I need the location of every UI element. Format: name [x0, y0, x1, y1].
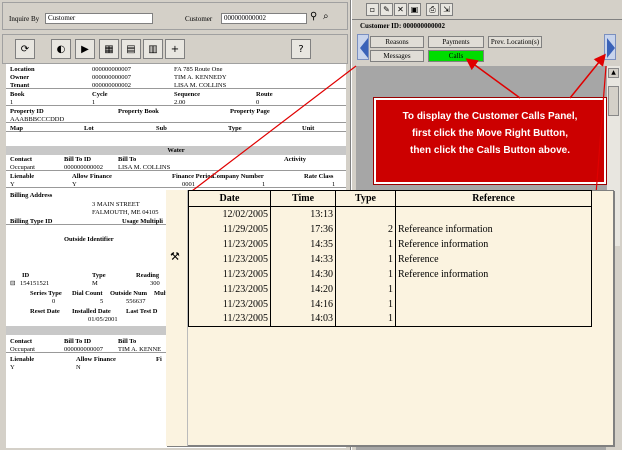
call-type: 1: [335, 296, 396, 312]
call-reference: [395, 206, 592, 222]
call-reference: Reference information: [395, 236, 592, 252]
zoom-line-right: [595, 65, 607, 195]
call-type: 1: [335, 266, 396, 282]
table-row[interactable]: 11/23/2005 14:33 1 Reference: [188, 251, 592, 267]
hammer-icon[interactable]: ⚒: [170, 250, 180, 263]
call-time: 14:16: [270, 296, 336, 312]
call-reference: Reference information: [395, 266, 592, 282]
time-header[interactable]: Time: [270, 190, 336, 207]
zoom-line-left: [187, 65, 357, 195]
table-row[interactable]: 11/23/2005 14:30 1 Reference information: [188, 266, 592, 282]
table-row[interactable]: 11/23/2005 14:35 1 Reference information: [188, 236, 592, 252]
arrow-to-move-right: [569, 53, 606, 99]
call-reference: [395, 281, 592, 297]
call-type: 2: [335, 221, 396, 237]
reference-header[interactable]: Reference: [395, 190, 592, 207]
call-reference: [395, 311, 592, 327]
call-time: 14:20: [270, 281, 336, 297]
calls-table: Date Time Type Reference 12/02/2005 13:13…: [188, 190, 592, 327]
call-date: 11/23/2005: [188, 296, 271, 312]
call-type: [335, 206, 396, 222]
table-row[interactable]: 11/23/2005 14:20 1: [188, 281, 592, 297]
call-reference: [395, 296, 592, 312]
call-date: 11/23/2005: [188, 311, 271, 327]
call-time: 14:35: [270, 236, 336, 252]
call-time: 17:36: [270, 221, 336, 237]
call-date: 11/23/2005: [188, 266, 271, 282]
call-type: 1: [335, 311, 396, 327]
call-date: 11/23/2005: [188, 236, 271, 252]
table-row[interactable]: 11/23/2005 14:03 1: [188, 311, 592, 327]
call-date: 11/23/2005: [188, 281, 271, 297]
call-type: 1: [335, 251, 396, 267]
type-header[interactable]: Type: [335, 190, 396, 207]
call-reference: Reference: [395, 251, 592, 267]
call-time: 14:03: [270, 311, 336, 327]
calls-row-selector: ⚒: [166, 190, 188, 446]
arrow-to-calls: [465, 58, 521, 99]
call-type: 1: [335, 281, 396, 297]
call-date: 11/29/2005: [188, 221, 271, 237]
call-date: 11/23/2005: [188, 251, 271, 267]
call-type: 1: [335, 236, 396, 252]
call-reference[interactable]: Refereance information: [395, 221, 592, 237]
call-time: 13:13: [270, 206, 336, 222]
table-row[interactable]: 11/29/2005 17:36 2 Refereance information: [188, 221, 592, 237]
call-time: 14:33: [270, 251, 336, 267]
call-time: 14:30: [270, 266, 336, 282]
call-date: 12/02/2005: [188, 206, 271, 222]
date-header[interactable]: Date: [188, 190, 271, 207]
table-row[interactable]: 12/02/2005 13:13: [188, 206, 592, 222]
table-row[interactable]: 11/23/2005 14:16 1: [188, 296, 592, 312]
